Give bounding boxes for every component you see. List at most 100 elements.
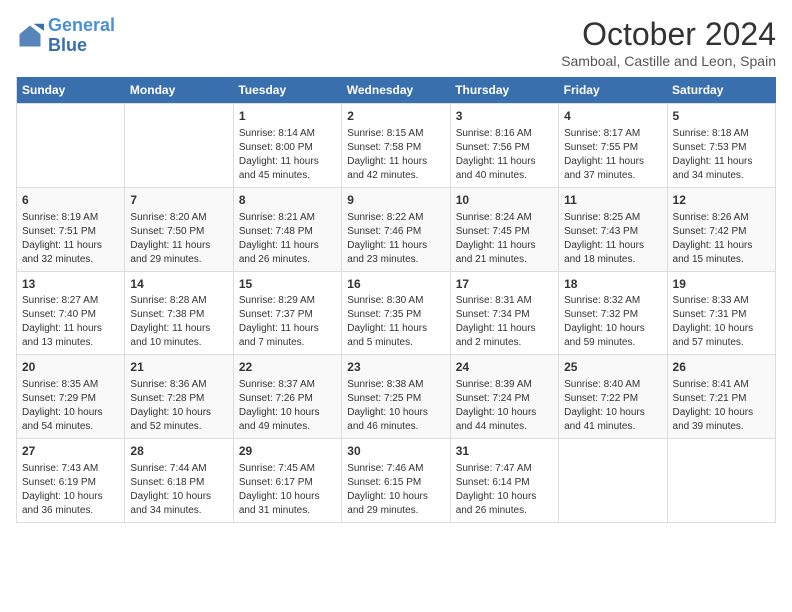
cell-info: Sunrise: 8:39 AM Sunset: 7:24 PM Dayligh… <box>456 378 553 434</box>
cell-info: Sunrise: 8:37 AM Sunset: 7:26 PM Dayligh… <box>239 378 336 434</box>
month-title: October 2024 <box>561 16 776 53</box>
cell-info: Sunrise: 8:19 AM Sunset: 7:51 PM Dayligh… <box>22 211 119 267</box>
day-number: 3 <box>456 108 553 125</box>
weekday-header-tuesday: Tuesday <box>233 77 341 104</box>
day-number: 22 <box>239 359 336 376</box>
calendar-week-2: 6 Sunrise: 8:19 AM Sunset: 7:51 PM Daylig… <box>17 187 776 271</box>
calendar-cell: 5 Sunrise: 8:18 AM Sunset: 7:53 PM Daylig… <box>667 104 775 188</box>
weekday-header-thursday: Thursday <box>450 77 558 104</box>
day-number: 6 <box>22 192 119 209</box>
day-number: 20 <box>22 359 119 376</box>
calendar-cell: 26Sunrise: 8:41 AM Sunset: 7:21 PM Dayli… <box>667 355 775 439</box>
cell-info: Sunrise: 8:20 AM Sunset: 7:50 PM Dayligh… <box>130 211 227 267</box>
calendar-cell: 31 Sunrise: 7:47 AM Sunset: 6:14 PM Dayli… <box>450 439 558 523</box>
day-number: 19 <box>673 276 770 293</box>
day-number: 27 <box>22 443 119 460</box>
cell-info: Sunrise: 8:30 AM Sunset: 7:35 PM Dayligh… <box>347 294 444 350</box>
calendar-cell: 22 Sunrise: 8:37 AM Sunset: 7:26 PM Dayli… <box>233 355 341 439</box>
day-number: 8 <box>239 192 336 209</box>
cell-info: Sunrise: 8:29 AM Sunset: 7:37 PM Dayligh… <box>239 294 336 350</box>
cell-info: Sunrise: 8:40 AM Sunset: 7:22 PM Dayligh… <box>564 378 661 434</box>
calendar-cell <box>125 104 233 188</box>
cell-info: Sunrise: 8:33 AM Sunset: 7:31 PM Dayligh… <box>673 294 770 350</box>
calendar-cell: 19Sunrise: 8:33 AM Sunset: 7:31 PM Dayli… <box>667 271 775 355</box>
day-number: 12 <box>673 192 770 209</box>
cell-info: Sunrise: 7:46 AM Sunset: 6:15 PM Dayligh… <box>347 462 444 518</box>
cell-info: Sunrise: 8:41 AM Sunset: 7:21 PM Dayligh… <box>673 378 770 434</box>
calendar-table: SundayMondayTuesdayWednesdayThursdayFrid… <box>16 77 776 523</box>
weekday-header-monday: Monday <box>125 77 233 104</box>
day-number: 9 <box>347 192 444 209</box>
calendar-cell <box>667 439 775 523</box>
cell-info: Sunrise: 8:16 AM Sunset: 7:56 PM Dayligh… <box>456 127 553 183</box>
day-number: 25 <box>564 359 661 376</box>
day-number: 4 <box>564 108 661 125</box>
calendar-cell: 21Sunrise: 8:36 AM Sunset: 7:28 PM Dayli… <box>125 355 233 439</box>
cell-info: Sunrise: 7:47 AM Sunset: 6:14 PM Dayligh… <box>456 462 553 518</box>
day-number: 13 <box>22 276 119 293</box>
calendar-cell: 10Sunrise: 8:24 AM Sunset: 7:45 PM Dayli… <box>450 187 558 271</box>
calendar-cell <box>559 439 667 523</box>
calendar-cell: 18Sunrise: 8:32 AM Sunset: 7:32 PM Dayli… <box>559 271 667 355</box>
calendar-week-3: 13Sunrise: 8:27 AM Sunset: 7:40 PM Dayli… <box>17 271 776 355</box>
page-header: General Blue October 2024 Samboal, Casti… <box>16 16 776 69</box>
calendar-cell: 15Sunrise: 8:29 AM Sunset: 7:37 PM Dayli… <box>233 271 341 355</box>
cell-info: Sunrise: 8:14 AM Sunset: 8:00 PM Dayligh… <box>239 127 336 183</box>
calendar-cell: 6 Sunrise: 8:19 AM Sunset: 7:51 PM Daylig… <box>17 187 125 271</box>
calendar-cell: 23Sunrise: 8:38 AM Sunset: 7:25 PM Dayli… <box>342 355 450 439</box>
cell-info: Sunrise: 8:32 AM Sunset: 7:32 PM Dayligh… <box>564 294 661 350</box>
title-area: October 2024 Samboal, Castille and Leon,… <box>561 16 776 69</box>
calendar-cell: 14Sunrise: 8:28 AM Sunset: 7:38 PM Dayli… <box>125 271 233 355</box>
logo: General Blue <box>16 16 115 56</box>
weekday-header-wednesday: Wednesday <box>342 77 450 104</box>
calendar-cell: 2 Sunrise: 8:15 AM Sunset: 7:58 PM Daylig… <box>342 104 450 188</box>
day-number: 2 <box>347 108 444 125</box>
cell-info: Sunrise: 8:21 AM Sunset: 7:48 PM Dayligh… <box>239 211 336 267</box>
calendar-cell: 27 Sunrise: 7:43 AM Sunset: 6:19 PM Dayli… <box>17 439 125 523</box>
day-number: 7 <box>130 192 227 209</box>
weekday-header-friday: Friday <box>559 77 667 104</box>
calendar-week-1: 1 Sunrise: 8:14 AM Sunset: 8:00 PM Daylig… <box>17 104 776 188</box>
calendar-cell <box>17 104 125 188</box>
cell-info: Sunrise: 7:43 AM Sunset: 6:19 PM Dayligh… <box>22 462 119 518</box>
day-number: 16 <box>347 276 444 293</box>
cell-info: Sunrise: 8:28 AM Sunset: 7:38 PM Dayligh… <box>130 294 227 350</box>
cell-info: Sunrise: 8:31 AM Sunset: 7:34 PM Dayligh… <box>456 294 553 350</box>
calendar-cell: 29Sunrise: 7:45 AM Sunset: 6:17 PM Dayli… <box>233 439 341 523</box>
day-number: 5 <box>673 108 770 125</box>
calendar-cell: 16Sunrise: 8:30 AM Sunset: 7:35 PM Dayli… <box>342 271 450 355</box>
location-subtitle: Samboal, Castille and Leon, Spain <box>561 53 776 69</box>
calendar-cell: 7 Sunrise: 8:20 AM Sunset: 7:50 PM Daylig… <box>125 187 233 271</box>
calendar-cell: 17Sunrise: 8:31 AM Sunset: 7:34 PM Dayli… <box>450 271 558 355</box>
day-number: 1 <box>239 108 336 125</box>
calendar-cell: 9Sunrise: 8:22 AM Sunset: 7:46 PM Daylig… <box>342 187 450 271</box>
calendar-week-5: 27 Sunrise: 7:43 AM Sunset: 6:19 PM Dayli… <box>17 439 776 523</box>
day-number: 15 <box>239 276 336 293</box>
cell-info: Sunrise: 8:17 AM Sunset: 7:55 PM Dayligh… <box>564 127 661 183</box>
weekday-header-row: SundayMondayTuesdayWednesdayThursdayFrid… <box>17 77 776 104</box>
cell-info: Sunrise: 7:44 AM Sunset: 6:18 PM Dayligh… <box>130 462 227 518</box>
calendar-cell: 25 Sunrise: 8:40 AM Sunset: 7:22 PM Dayli… <box>559 355 667 439</box>
day-number: 30 <box>347 443 444 460</box>
calendar-cell: 30 Sunrise: 7:46 AM Sunset: 6:15 PM Dayli… <box>342 439 450 523</box>
calendar-cell: 4 Sunrise: 8:17 AM Sunset: 7:55 PM Daylig… <box>559 104 667 188</box>
calendar-cell: 8 Sunrise: 8:21 AM Sunset: 7:48 PM Daylig… <box>233 187 341 271</box>
day-number: 10 <box>456 192 553 209</box>
cell-info: Sunrise: 8:38 AM Sunset: 7:25 PM Dayligh… <box>347 378 444 434</box>
day-number: 18 <box>564 276 661 293</box>
calendar-cell: 12Sunrise: 8:26 AM Sunset: 7:42 PM Dayli… <box>667 187 775 271</box>
day-number: 21 <box>130 359 227 376</box>
day-number: 31 <box>456 443 553 460</box>
cell-info: Sunrise: 8:35 AM Sunset: 7:29 PM Dayligh… <box>22 378 119 434</box>
day-number: 11 <box>564 192 661 209</box>
calendar-cell: 1 Sunrise: 8:14 AM Sunset: 8:00 PM Daylig… <box>233 104 341 188</box>
cell-info: Sunrise: 8:27 AM Sunset: 7:40 PM Dayligh… <box>22 294 119 350</box>
day-number: 29 <box>239 443 336 460</box>
cell-info: Sunrise: 8:15 AM Sunset: 7:58 PM Dayligh… <box>347 127 444 183</box>
day-number: 14 <box>130 276 227 293</box>
weekday-header-saturday: Saturday <box>667 77 775 104</box>
calendar-cell: 28Sunrise: 7:44 AM Sunset: 6:18 PM Dayli… <box>125 439 233 523</box>
cell-info: Sunrise: 8:18 AM Sunset: 7:53 PM Dayligh… <box>673 127 770 183</box>
calendar-cell: 3 Sunrise: 8:16 AM Sunset: 7:56 PM Daylig… <box>450 104 558 188</box>
day-number: 17 <box>456 276 553 293</box>
